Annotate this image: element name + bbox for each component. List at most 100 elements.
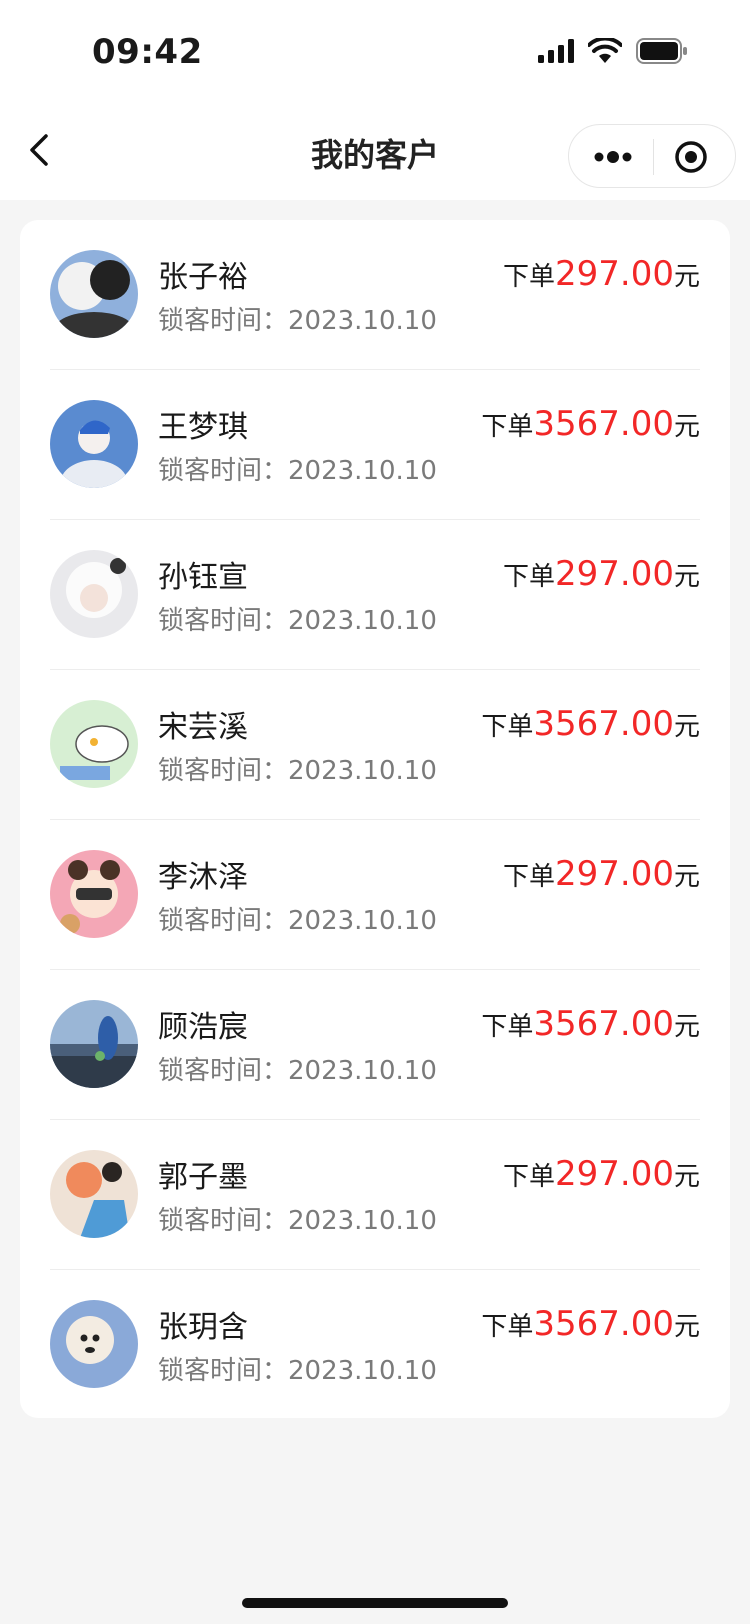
order-suffix: 元: [673, 562, 700, 592]
list-item[interactable]: 张子裕 锁客时间：2023.10.10 下单297.00元: [20, 220, 730, 370]
order-prefix: 下单: [503, 1162, 556, 1192]
order-summary: 下单3567.00元: [481, 1004, 700, 1044]
customer-list: 张子裕 锁客时间：2023.10.10 下单297.00元 王梦琪 锁客时间：2…: [20, 220, 730, 1418]
list-item[interactable]: 李沐泽 锁客时间：2023.10.10 下单297.00元: [20, 820, 730, 970]
order-amount: 297.00: [555, 254, 674, 294]
lock-time-label: 锁客时间：: [158, 906, 289, 936]
list-item[interactable]: 郭子墨 锁客时间：2023.10.10 下单297.00元: [20, 1120, 730, 1270]
status-icons: [538, 38, 688, 64]
avatar: [50, 850, 138, 938]
order-summary: 下单297.00元: [503, 554, 700, 594]
lock-time-value: 2023.10.10: [288, 1356, 437, 1386]
order-amount: 297.00: [555, 554, 674, 594]
mini-program-capsule: [568, 124, 736, 188]
lock-time-value: 2023.10.10: [288, 306, 437, 336]
customer-name: 张玥含: [158, 1310, 248, 1345]
order-suffix: 元: [673, 862, 700, 892]
avatar-image: [50, 850, 138, 938]
order-suffix: 元: [673, 1162, 700, 1192]
order-prefix: 下单: [503, 862, 556, 892]
order-suffix: 元: [673, 262, 700, 292]
lock-time-value: 2023.10.10: [288, 906, 437, 936]
lock-time-label: 锁客时间：: [158, 306, 289, 336]
order-amount: 297.00: [555, 854, 674, 894]
order-suffix: 元: [673, 412, 700, 442]
order-prefix: 下单: [481, 412, 534, 442]
list-item[interactable]: 王梦琪 锁客时间：2023.10.10 下单3567.00元: [20, 370, 730, 520]
list-item[interactable]: 张玥含 锁客时间：2023.10.10 下单3567.00元: [20, 1270, 730, 1420]
avatar-image: [50, 250, 138, 338]
lock-time-line: 锁客时间：2023.10.10: [158, 300, 437, 337]
customer-name: 孙钰宣: [158, 560, 248, 595]
lock-time-line: 锁客时间：2023.10.10: [158, 1200, 437, 1237]
customer-name: 张子裕: [158, 260, 248, 295]
order-prefix: 下单: [481, 1012, 534, 1042]
order-amount: 3567.00: [533, 704, 674, 744]
avatar: [50, 1150, 138, 1238]
nav-bar: 我的客户: [0, 100, 750, 200]
signal-icon: [538, 39, 574, 63]
capsule-divider: [653, 139, 654, 175]
customer-name: 宋芸溪: [158, 710, 248, 745]
avatar-image: [50, 1150, 138, 1238]
status-bar: 09:42: [0, 0, 750, 100]
order-summary: 下单3567.00元: [481, 1304, 700, 1344]
lock-time-line: 锁客时间：2023.10.10: [158, 1350, 437, 1387]
order-prefix: 下单: [503, 262, 556, 292]
order-summary: 下单297.00元: [503, 254, 700, 294]
lock-time-line: 锁客时间：2023.10.10: [158, 600, 437, 637]
avatar-image: [50, 550, 138, 638]
order-prefix: 下单: [503, 562, 556, 592]
avatar-image: [50, 1300, 138, 1388]
avatar: [50, 1300, 138, 1388]
order-summary: 下单297.00元: [503, 854, 700, 894]
order-suffix: 元: [673, 1312, 700, 1342]
lock-time-label: 锁客时间：: [158, 606, 289, 636]
list-item[interactable]: 宋芸溪 锁客时间：2023.10.10 下单3567.00元: [20, 670, 730, 820]
lock-time-label: 锁客时间：: [158, 756, 289, 786]
avatar-image: [50, 700, 138, 788]
avatar: [50, 1000, 138, 1088]
battery-icon: [636, 38, 687, 64]
lock-time-label: 锁客时间：: [158, 1206, 289, 1236]
lock-time-value: 2023.10.10: [288, 456, 437, 486]
more-button[interactable]: [593, 143, 633, 171]
lock-time-label: 锁客时间：: [158, 1356, 289, 1386]
order-amount: 297.00: [555, 1154, 674, 1194]
order-summary: 下单3567.00元: [481, 404, 700, 444]
order-amount: 3567.00: [533, 1004, 674, 1044]
lock-time-value: 2023.10.10: [288, 756, 437, 786]
lock-time-value: 2023.10.10: [288, 606, 437, 636]
customer-name: 李沐泽: [158, 860, 248, 895]
order-suffix: 元: [673, 1012, 700, 1042]
customer-name: 顾浩宸: [158, 1010, 248, 1045]
lock-time-value: 2023.10.10: [288, 1206, 437, 1236]
lock-time-label: 锁客时间：: [158, 1056, 289, 1086]
lock-time-label: 锁客时间：: [158, 456, 289, 486]
lock-time-value: 2023.10.10: [288, 1056, 437, 1086]
avatar-image: [50, 400, 138, 488]
more-dots-icon: [594, 151, 632, 163]
order-summary: 下单297.00元: [503, 1154, 700, 1194]
customer-name: 王梦琪: [158, 410, 248, 445]
lock-time-line: 锁客时间：2023.10.10: [158, 750, 437, 787]
avatar-image: [50, 1000, 138, 1088]
lock-time-line: 锁客时间：2023.10.10: [158, 450, 437, 487]
target-close-icon: [675, 141, 707, 173]
avatar: [50, 700, 138, 788]
list-item[interactable]: 顾浩宸 锁客时间：2023.10.10 下单3567.00元: [20, 970, 730, 1120]
order-prefix: 下单: [481, 712, 534, 742]
order-summary: 下单3567.00元: [481, 704, 700, 744]
order-amount: 3567.00: [533, 404, 674, 444]
customer-name: 郭子墨: [158, 1160, 248, 1195]
lock-time-line: 锁客时间：2023.10.10: [158, 900, 437, 937]
wifi-icon: [588, 38, 622, 63]
list-item[interactable]: 孙钰宣 锁客时间：2023.10.10 下单297.00元: [20, 520, 730, 670]
order-suffix: 元: [673, 712, 700, 742]
order-amount: 3567.00: [533, 1304, 674, 1344]
avatar: [50, 250, 138, 338]
avatar: [50, 550, 138, 638]
home-indicator: [242, 1598, 508, 1608]
close-button[interactable]: [673, 139, 709, 175]
avatar: [50, 400, 138, 488]
